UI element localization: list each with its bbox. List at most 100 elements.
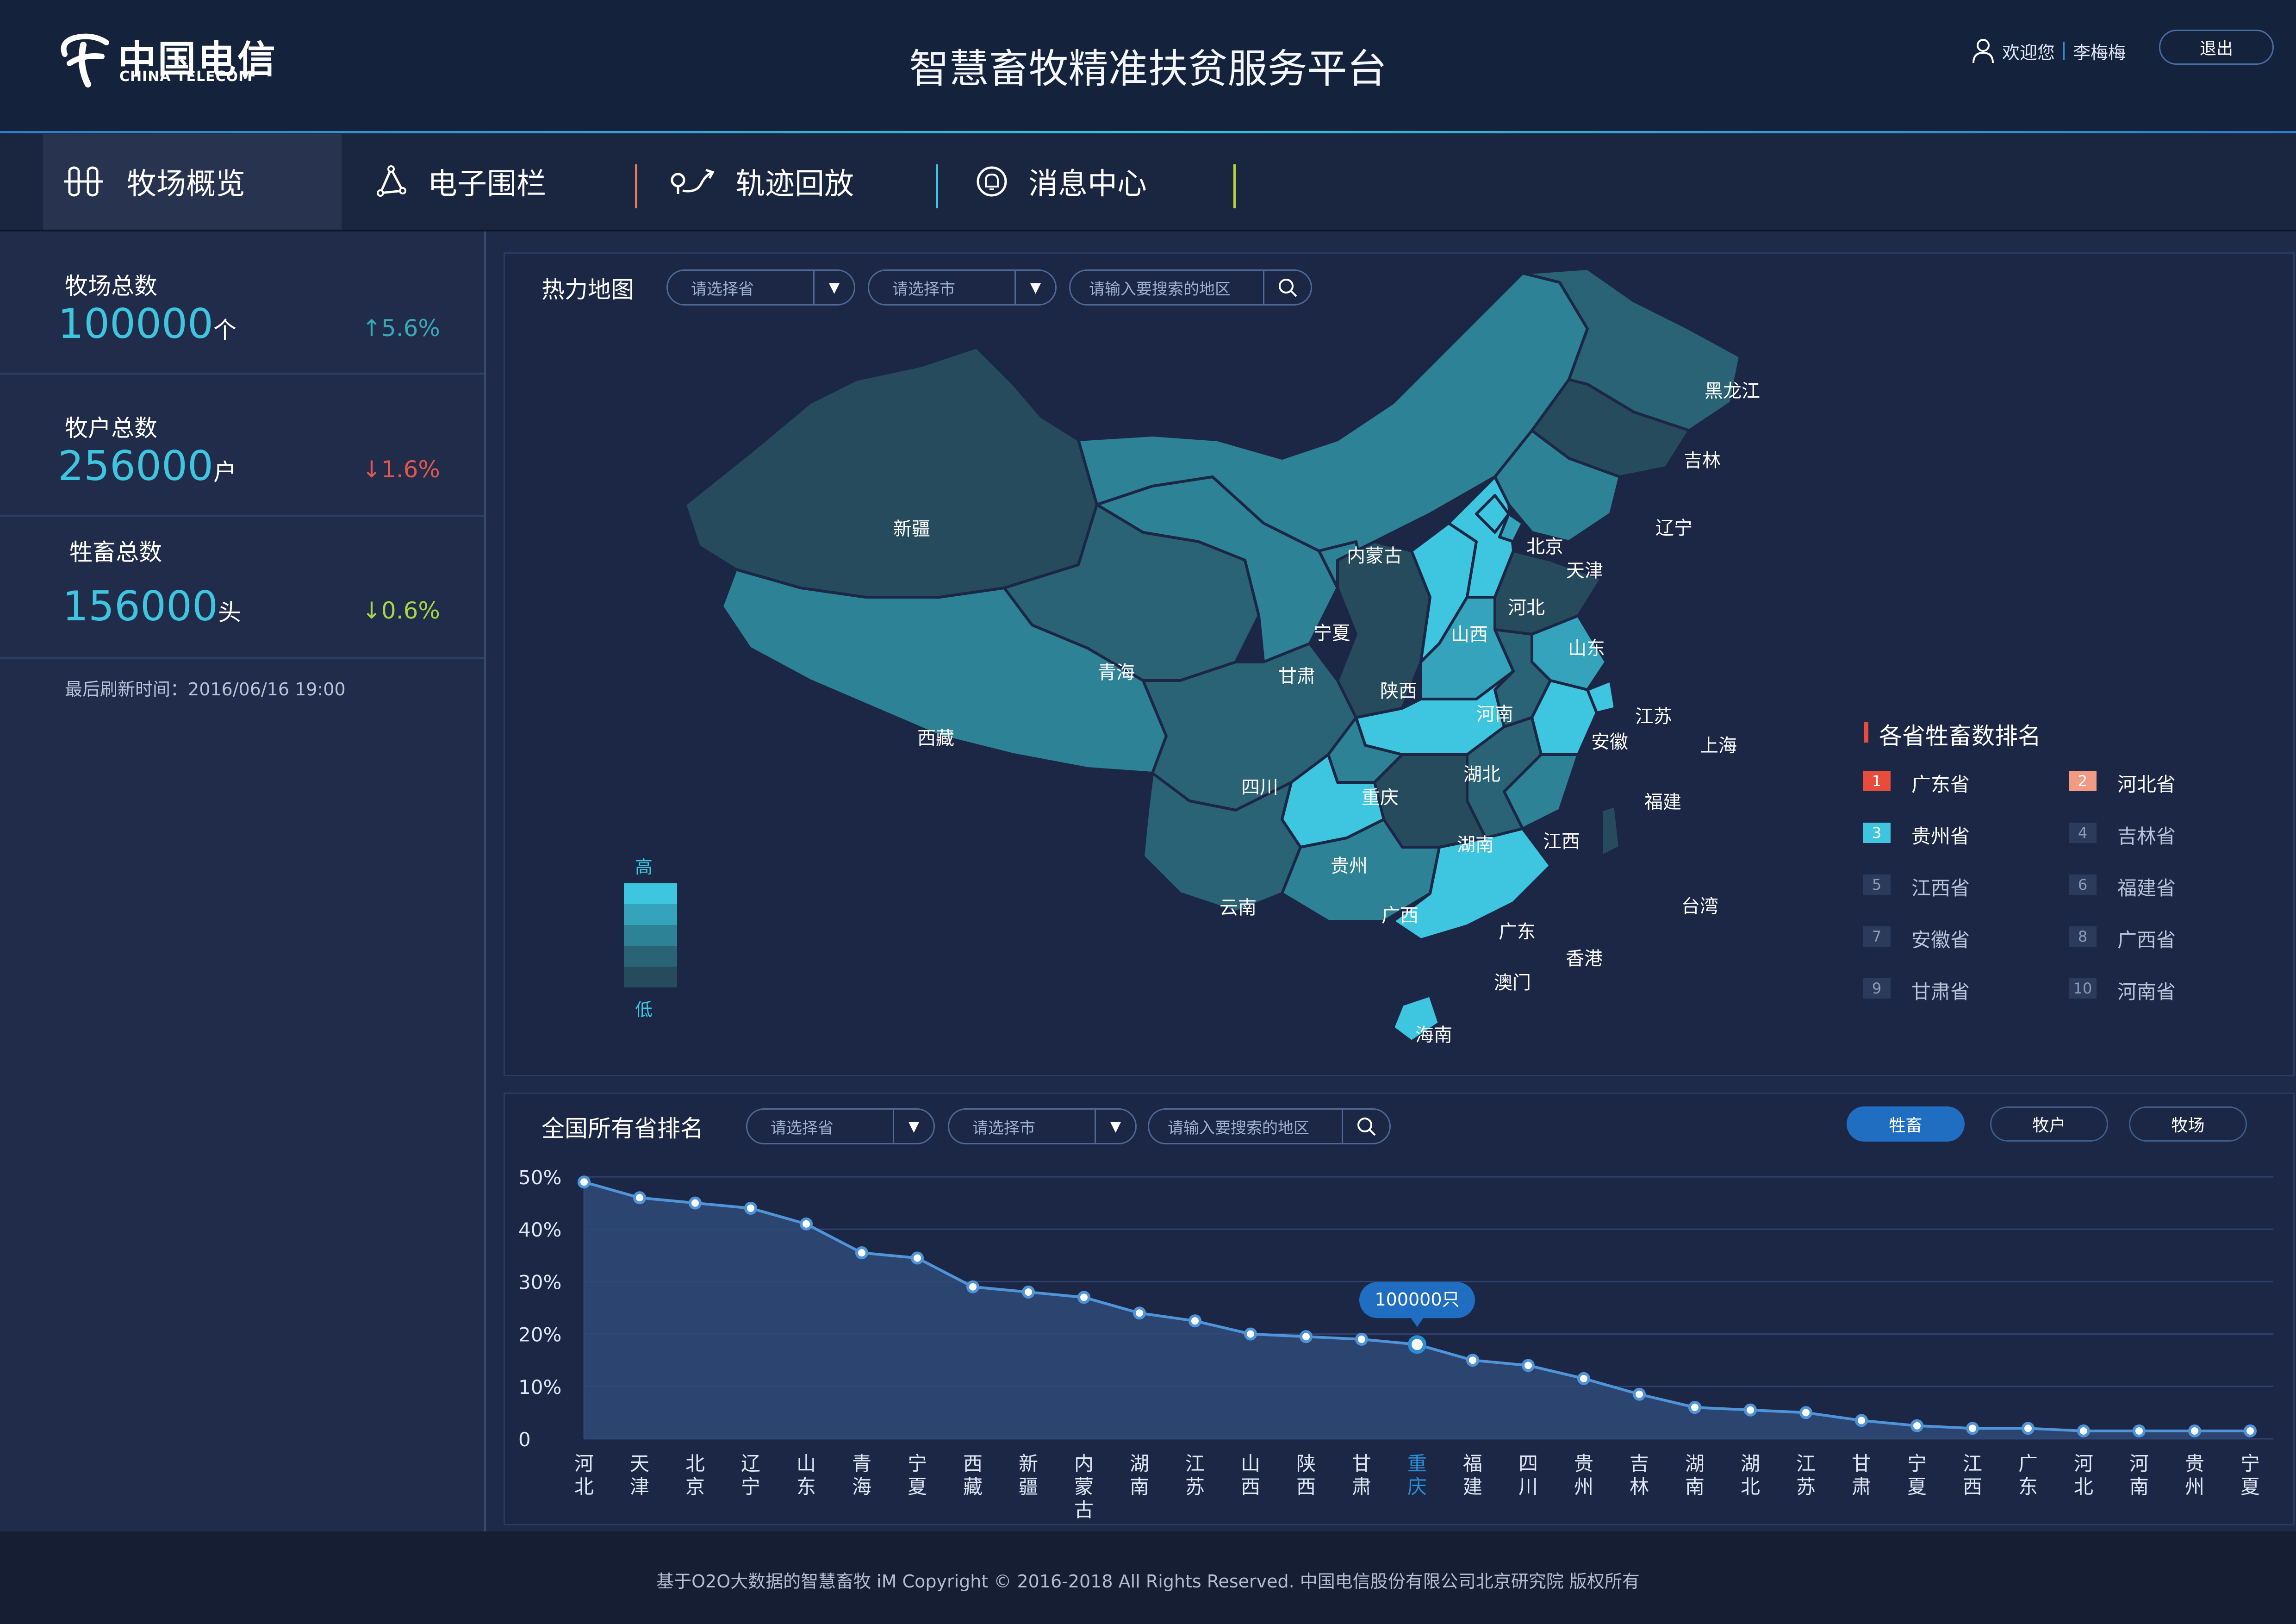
x-tick-label: 河 bbox=[574, 1452, 594, 1475]
rank-province-name: 江西省 bbox=[1911, 877, 1970, 899]
x-tick-label: 甘 bbox=[1852, 1452, 1871, 1475]
data-point bbox=[911, 1251, 924, 1265]
footer-copyright: 基于O2O大数据的智慧畜牧 iM Copyright © 2016-2018 A… bbox=[656, 1571, 1640, 1592]
nav-item-ranch-overview[interactable]: 牧场概览 bbox=[60, 133, 245, 230]
logout-button[interactable]: 退出 bbox=[2159, 30, 2274, 65]
tab-livestock[interactable]: 牲畜 bbox=[1847, 1106, 1965, 1142]
stat-value-livestock-total: 156000头 bbox=[62, 582, 241, 630]
map-label-heilongjiang: 黑龙江 bbox=[1705, 381, 1760, 402]
rank-province-name: 广西省 bbox=[2117, 929, 2176, 951]
x-tick-label: 宁 bbox=[908, 1452, 927, 1475]
nav-item-geofence[interactable]: 电子围栏 bbox=[375, 133, 546, 230]
data-point bbox=[2133, 1424, 2146, 1438]
map-label-fujian: 福建 bbox=[1644, 792, 1681, 813]
stat-label-livestock-total: 牲畜总数 bbox=[69, 539, 162, 566]
stat-unit: 头 bbox=[218, 599, 241, 626]
x-tick-label: 湖 bbox=[1685, 1452, 1705, 1475]
stat-label-herder-total: 牧户总数 bbox=[65, 415, 157, 442]
x-tick-label: 北 bbox=[2074, 1475, 2093, 1498]
x-tick-label: 南 bbox=[1685, 1475, 1705, 1498]
stat-unit: 个 bbox=[213, 317, 236, 344]
rank-province-name: 吉林省 bbox=[2117, 825, 2176, 848]
map-label-anhui: 安徽 bbox=[1591, 731, 1628, 753]
x-tick-label: 夏 bbox=[1907, 1475, 1927, 1498]
chart-region-search-input[interactable]: 请输入要搜索的地区 bbox=[1148, 1108, 1391, 1144]
search-icon bbox=[1357, 1118, 1376, 1136]
x-tick-label: 南 bbox=[2129, 1475, 2149, 1498]
x-tick-label: 庆 bbox=[1407, 1475, 1427, 1498]
stat-change-herder-total: ↓1.6% bbox=[362, 456, 440, 483]
china-heatmap bbox=[684, 267, 1742, 1043]
data-point bbox=[1633, 1387, 1646, 1401]
x-tick-label: 疆 bbox=[1019, 1475, 1038, 1498]
x-tick-label: 肃 bbox=[1852, 1475, 1871, 1498]
data-point bbox=[800, 1217, 813, 1230]
x-tick-label: 西 bbox=[1963, 1475, 1982, 1498]
last-refresh-time: 最后刷新时间：2016/06/16 19:00 bbox=[65, 679, 346, 700]
x-tick-label: 山 bbox=[1241, 1452, 1260, 1475]
user-info: 欢迎您 李梅梅 bbox=[1972, 32, 2126, 69]
chart-search-button[interactable] bbox=[1342, 1110, 1389, 1143]
data-point bbox=[2244, 1424, 2257, 1438]
y-tick-label: 20% bbox=[518, 1324, 561, 1346]
map-label-liaoning: 辽宁 bbox=[1655, 518, 1692, 539]
tooltip-pointer bbox=[1411, 1318, 1424, 1327]
province-area-chart: 50%40%30%20%10%0河北天津北京辽宁山东青海宁夏西藏新疆内蒙古湖南江… bbox=[518, 1166, 2273, 1521]
data-point bbox=[1522, 1359, 1535, 1372]
chart-city-select[interactable]: 请选择市 ▼ bbox=[948, 1108, 1137, 1144]
y-tick-label: 10% bbox=[518, 1376, 561, 1399]
chart-province-select[interactable]: 请选择省 ▼ bbox=[746, 1108, 935, 1144]
data-point bbox=[2077, 1424, 2090, 1438]
map-label-xinjiang: 新疆 bbox=[893, 518, 930, 540]
nav-item-message-center[interactable]: 消息中心 bbox=[976, 133, 1147, 230]
x-tick-label: 福 bbox=[1463, 1452, 1482, 1475]
tab-ranches[interactable]: 牧场 bbox=[2129, 1106, 2247, 1142]
data-point bbox=[1408, 1335, 1426, 1354]
stat-unit: 户 bbox=[213, 459, 236, 486]
tooltip-text: 100000只 bbox=[1375, 1289, 1459, 1310]
x-tick-label: 夏 bbox=[2240, 1475, 2260, 1498]
y-tick-label: 40% bbox=[518, 1218, 561, 1241]
data-point bbox=[2188, 1424, 2201, 1438]
x-tick-label: 江 bbox=[1796, 1452, 1816, 1475]
x-tick-label: 古 bbox=[1074, 1499, 1094, 1521]
stat-change-livestock-total: ↓0.6% bbox=[362, 597, 440, 624]
user-icon bbox=[1972, 39, 1994, 63]
x-tick-label: 北 bbox=[574, 1475, 594, 1498]
rank-province-name: 甘肃省 bbox=[1911, 981, 1970, 1003]
data-point bbox=[1688, 1401, 1701, 1414]
map-label-sichuan: 四川 bbox=[1241, 777, 1278, 798]
data-point bbox=[1466, 1354, 1479, 1367]
main-nav bbox=[0, 133, 2296, 230]
map-label-jilin: 吉林 bbox=[1684, 450, 1721, 471]
tab-herders[interactable]: 牧户 bbox=[1990, 1106, 2108, 1142]
map-label-macau: 澳门 bbox=[1494, 972, 1531, 993]
scale-label-low: 低 bbox=[635, 999, 653, 1020]
x-tick-label: 吉 bbox=[1630, 1452, 1649, 1475]
x-tick-label: 辽 bbox=[741, 1452, 760, 1475]
map-label-guizhou: 贵州 bbox=[1331, 856, 1368, 877]
map-label-guangxi: 广西 bbox=[1381, 905, 1419, 926]
x-tick-label: 海 bbox=[852, 1475, 871, 1498]
x-tick-label: 青 bbox=[852, 1452, 871, 1475]
x-tick-label: 新 bbox=[1019, 1452, 1038, 1475]
map-label-gansu: 甘肃 bbox=[1278, 666, 1315, 687]
page-title: 智慧畜牧精准扶贫服务平台 bbox=[909, 46, 1387, 92]
rank-province-name: 贵州省 bbox=[1911, 825, 1970, 848]
rank-badge: 5 bbox=[1863, 874, 1891, 895]
data-point bbox=[1910, 1419, 1923, 1432]
map-label-yunnan: 云南 bbox=[1220, 897, 1257, 918]
x-tick-label: 夏 bbox=[908, 1475, 927, 1498]
data-point bbox=[1577, 1372, 1590, 1385]
ranking-title: 各省牲畜数排名 bbox=[1879, 723, 2041, 750]
map-label-jiangxi: 江西 bbox=[1543, 831, 1580, 852]
x-tick-label: 内 bbox=[1074, 1452, 1094, 1475]
map-label-hebei: 河北 bbox=[1508, 597, 1545, 618]
data-point bbox=[1966, 1422, 1979, 1435]
map-label-hubei: 湖北 bbox=[1463, 764, 1500, 785]
nav-item-track-playback[interactable]: 轨迹回放 bbox=[669, 133, 854, 230]
y-tick-label: 50% bbox=[518, 1166, 561, 1189]
ranch-overview-icon bbox=[64, 166, 103, 197]
data-point bbox=[1133, 1306, 1146, 1320]
rank-badge: 6 bbox=[2069, 874, 2097, 895]
